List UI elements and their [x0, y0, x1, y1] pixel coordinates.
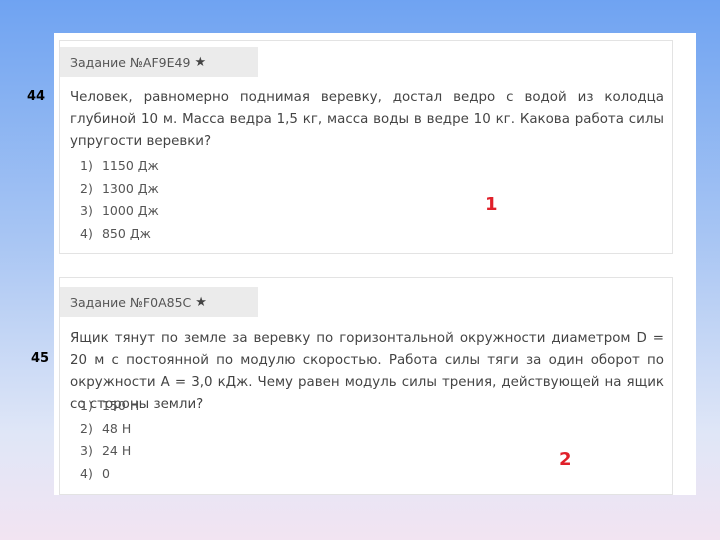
option-2-4: 4) 0 — [80, 465, 110, 481]
option-1-2: 2) 1300 Дж — [80, 180, 159, 196]
option-1-1: 1) 1150 Дж — [80, 158, 159, 173]
option-1-4: 4) 850 Дж — [80, 225, 151, 241]
star-icon[interactable]: ★ — [194, 55, 206, 70]
option-2-1: 1) 150 Н — [80, 398, 140, 413]
answer-options-1: 1) 1150 Дж 2) 1300 Дж 3) 1000 Дж 4) 850 … — [80, 155, 159, 245]
answer-mark-2: 2 — [559, 449, 572, 470]
option-2-2: 2) 48 Н — [80, 420, 132, 436]
star-icon[interactable]: ★ — [195, 295, 207, 310]
answer-options-2: 1) 150 Н 2) 48 Н 3) 24 Н 4) 0 — [80, 395, 139, 485]
task-header-1: Задание №AF9E49 ★ — [60, 47, 258, 77]
answer-mark-1: 1 — [485, 194, 498, 215]
option-1-3: 3) 1000 Дж — [80, 203, 159, 218]
question-number-44: 44 — [27, 89, 46, 104]
task-id-1: Задание №AF9E49 — [70, 54, 191, 70]
question-text-1: Человек, равномерно поднимая веревку, до… — [70, 90, 664, 149]
question-text-2: Ящик тянут по земле за веревку по горизо… — [70, 331, 664, 412]
task-header-2: Задание №F0A85C ★ — [60, 287, 258, 317]
question-number-45: 45 — [31, 351, 50, 366]
task-card-1: Задание №AF9E49 ★ Человек, равномерно по… — [59, 40, 673, 254]
task-card-2: Задание №F0A85C ★ Ящик тянут по земле за… — [59, 277, 673, 495]
task-id-2: Задание №F0A85C — [70, 294, 192, 310]
option-2-3: 3) 24 Н — [80, 443, 132, 458]
